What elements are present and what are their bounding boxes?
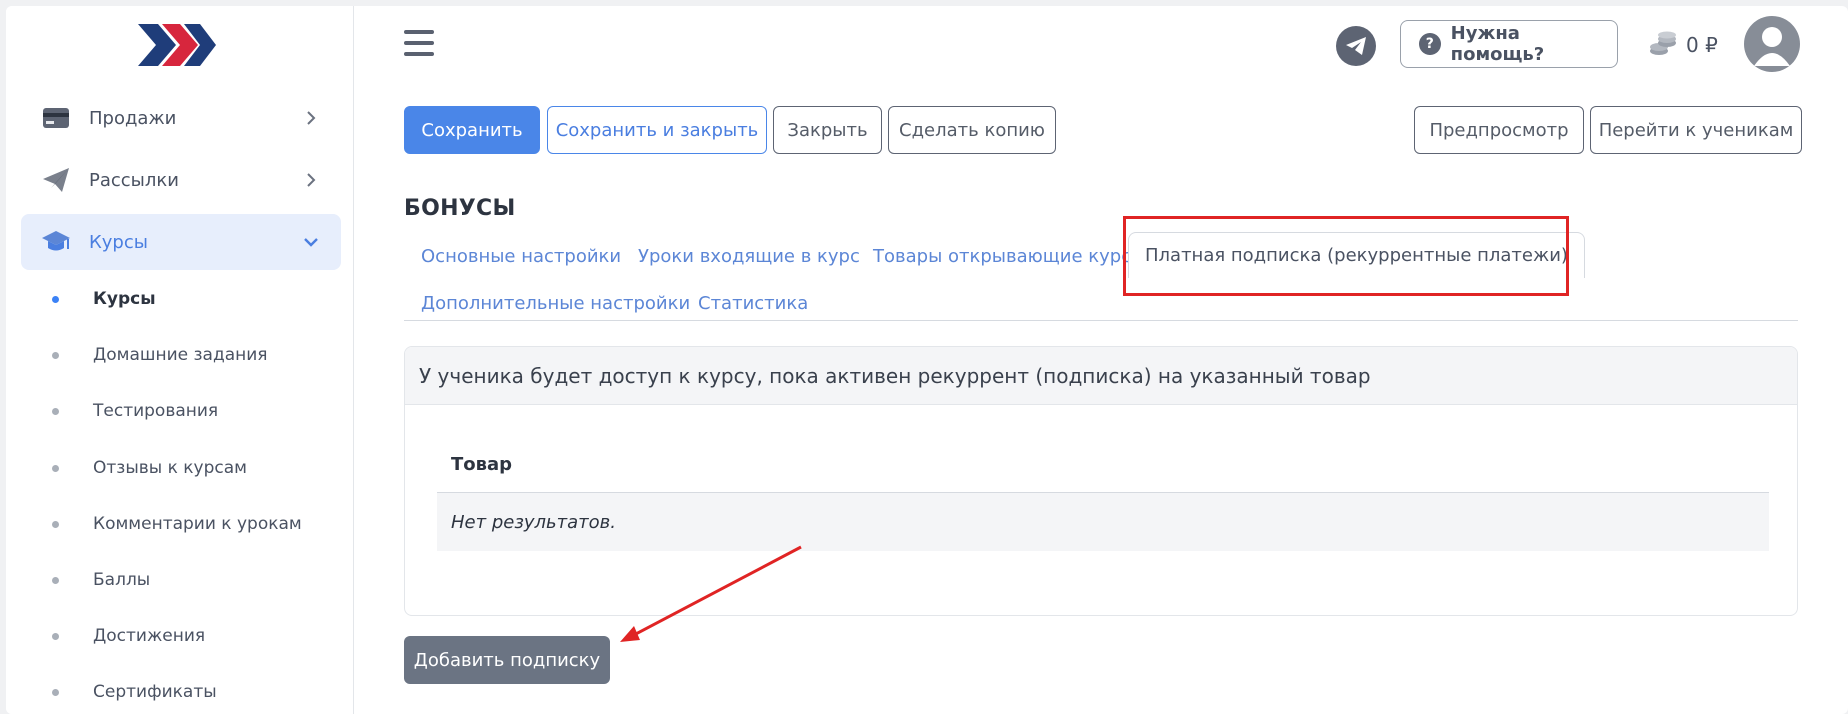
chevron-right-icon [299, 168, 323, 192]
sidebar-subitem-label: Комментарии к урокам [93, 514, 302, 534]
preview-button[interactable]: Предпросмотр [1414, 106, 1584, 154]
paper-plane-icon [41, 165, 71, 195]
bullet-icon [52, 407, 59, 415]
sidebar-subitem-courses[interactable]: Курсы [52, 284, 156, 314]
sidebar-subitem-certificates[interactable]: Сертификаты [52, 677, 217, 707]
bullet-icon [52, 351, 59, 359]
close-button[interactable]: Закрыть [773, 106, 882, 154]
menu-toggle-icon[interactable] [404, 30, 434, 58]
bullet-icon [52, 632, 59, 640]
bullet-icon [52, 464, 59, 472]
sidebar-subitem-label: Домашние задания [93, 345, 268, 365]
add-subscription-button[interactable]: Добавить подписку [404, 636, 610, 684]
sidebar-subitem-points[interactable]: Баллы [52, 565, 150, 595]
save-and-close-button[interactable]: Сохранить и закрыть [547, 106, 767, 154]
sidebar-subitem-tests[interactable]: Тестирования [52, 396, 218, 426]
copy-button[interactable]: Сделать копию [888, 106, 1056, 154]
tab-additional-settings[interactable]: Дополнительные настройки [421, 293, 690, 314]
bullet-icon [52, 688, 59, 696]
coins-icon [1650, 31, 1676, 55]
sidebar-subitem-reviews[interactable]: Отзывы к курсам [52, 453, 247, 483]
balance[interactable]: 0 ₽ [1648, 30, 1718, 60]
chevron-down-icon [299, 230, 323, 254]
sidebar-subitem-label: Баллы [93, 570, 151, 590]
bullet-icon [52, 295, 59, 303]
sidebar-item-label: Курсы [89, 231, 148, 253]
sidebar-item-sales[interactable]: Продажи [21, 90, 341, 146]
brand-logo[interactable] [136, 20, 218, 70]
save-button[interactable]: Сохранить [404, 106, 540, 154]
question-circle-icon: ? [1419, 33, 1441, 55]
help-button[interactable]: ? Нужна помощь? [1400, 20, 1618, 68]
help-button-label: Нужна помощь? [1450, 23, 1545, 65]
sidebar-subitem-label: Сертификаты [93, 682, 217, 702]
sidebar-subitem-label: Курсы [93, 289, 156, 309]
tab-statistics[interactable]: Статистика [698, 293, 808, 314]
sidebar-subitem-label: Достижения [93, 626, 206, 646]
sidebar: Продажи Рассылки Курсы Курсы Домашние за… [6, 6, 354, 714]
card-header: У ученика будет доступ к курсу, пока акт… [405, 347, 1797, 405]
sidebar-subitem-label: Тестирования [93, 401, 219, 421]
page-title: БОНУСЫ [404, 196, 516, 221]
products-table: Товар Нет результатов. [437, 437, 1769, 551]
credit-card-icon [41, 103, 71, 133]
sidebar-subitem-label: Отзывы к курсам [93, 458, 247, 478]
bullet-icon [52, 576, 59, 584]
tab-products[interactable]: Товары открывающие курс [873, 246, 1131, 267]
sidebar-item-mailings[interactable]: Рассылки [21, 152, 341, 208]
telegram-icon[interactable] [1336, 26, 1376, 66]
tab-lessons[interactable]: Уроки входящие в курс [638, 246, 860, 267]
highlight-annotation [1123, 216, 1569, 296]
empty-results-row: Нет результатов. [437, 493, 1769, 551]
app-window: Продажи Рассылки Курсы Курсы Домашние за… [6, 6, 1848, 714]
sidebar-subitem-homework[interactable]: Домашние задания [52, 340, 268, 370]
go-to-students-button[interactable]: Перейти к ученикам [1590, 106, 1802, 154]
sidebar-subitem-comments[interactable]: Комментарии к урокам [52, 509, 302, 539]
user-avatar-icon[interactable] [1744, 16, 1800, 72]
column-header-product: Товар [437, 437, 1769, 493]
tabs-divider [404, 320, 1798, 321]
sidebar-subitem-achievements[interactable]: Достижения [52, 621, 205, 651]
tab-main-settings[interactable]: Основные настройки [421, 246, 621, 267]
bullet-icon [52, 520, 59, 528]
sidebar-item-label: Продажи [89, 107, 177, 129]
sidebar-item-label: Рассылки [89, 169, 179, 191]
subscription-card: У ученика будет доступ к курсу, пока акт… [404, 346, 1798, 616]
graduation-cap-icon [41, 227, 71, 257]
balance-amount: 0 ₽ [1686, 33, 1718, 57]
sidebar-item-courses[interactable]: Курсы [21, 214, 341, 270]
chevron-right-icon [299, 106, 323, 130]
